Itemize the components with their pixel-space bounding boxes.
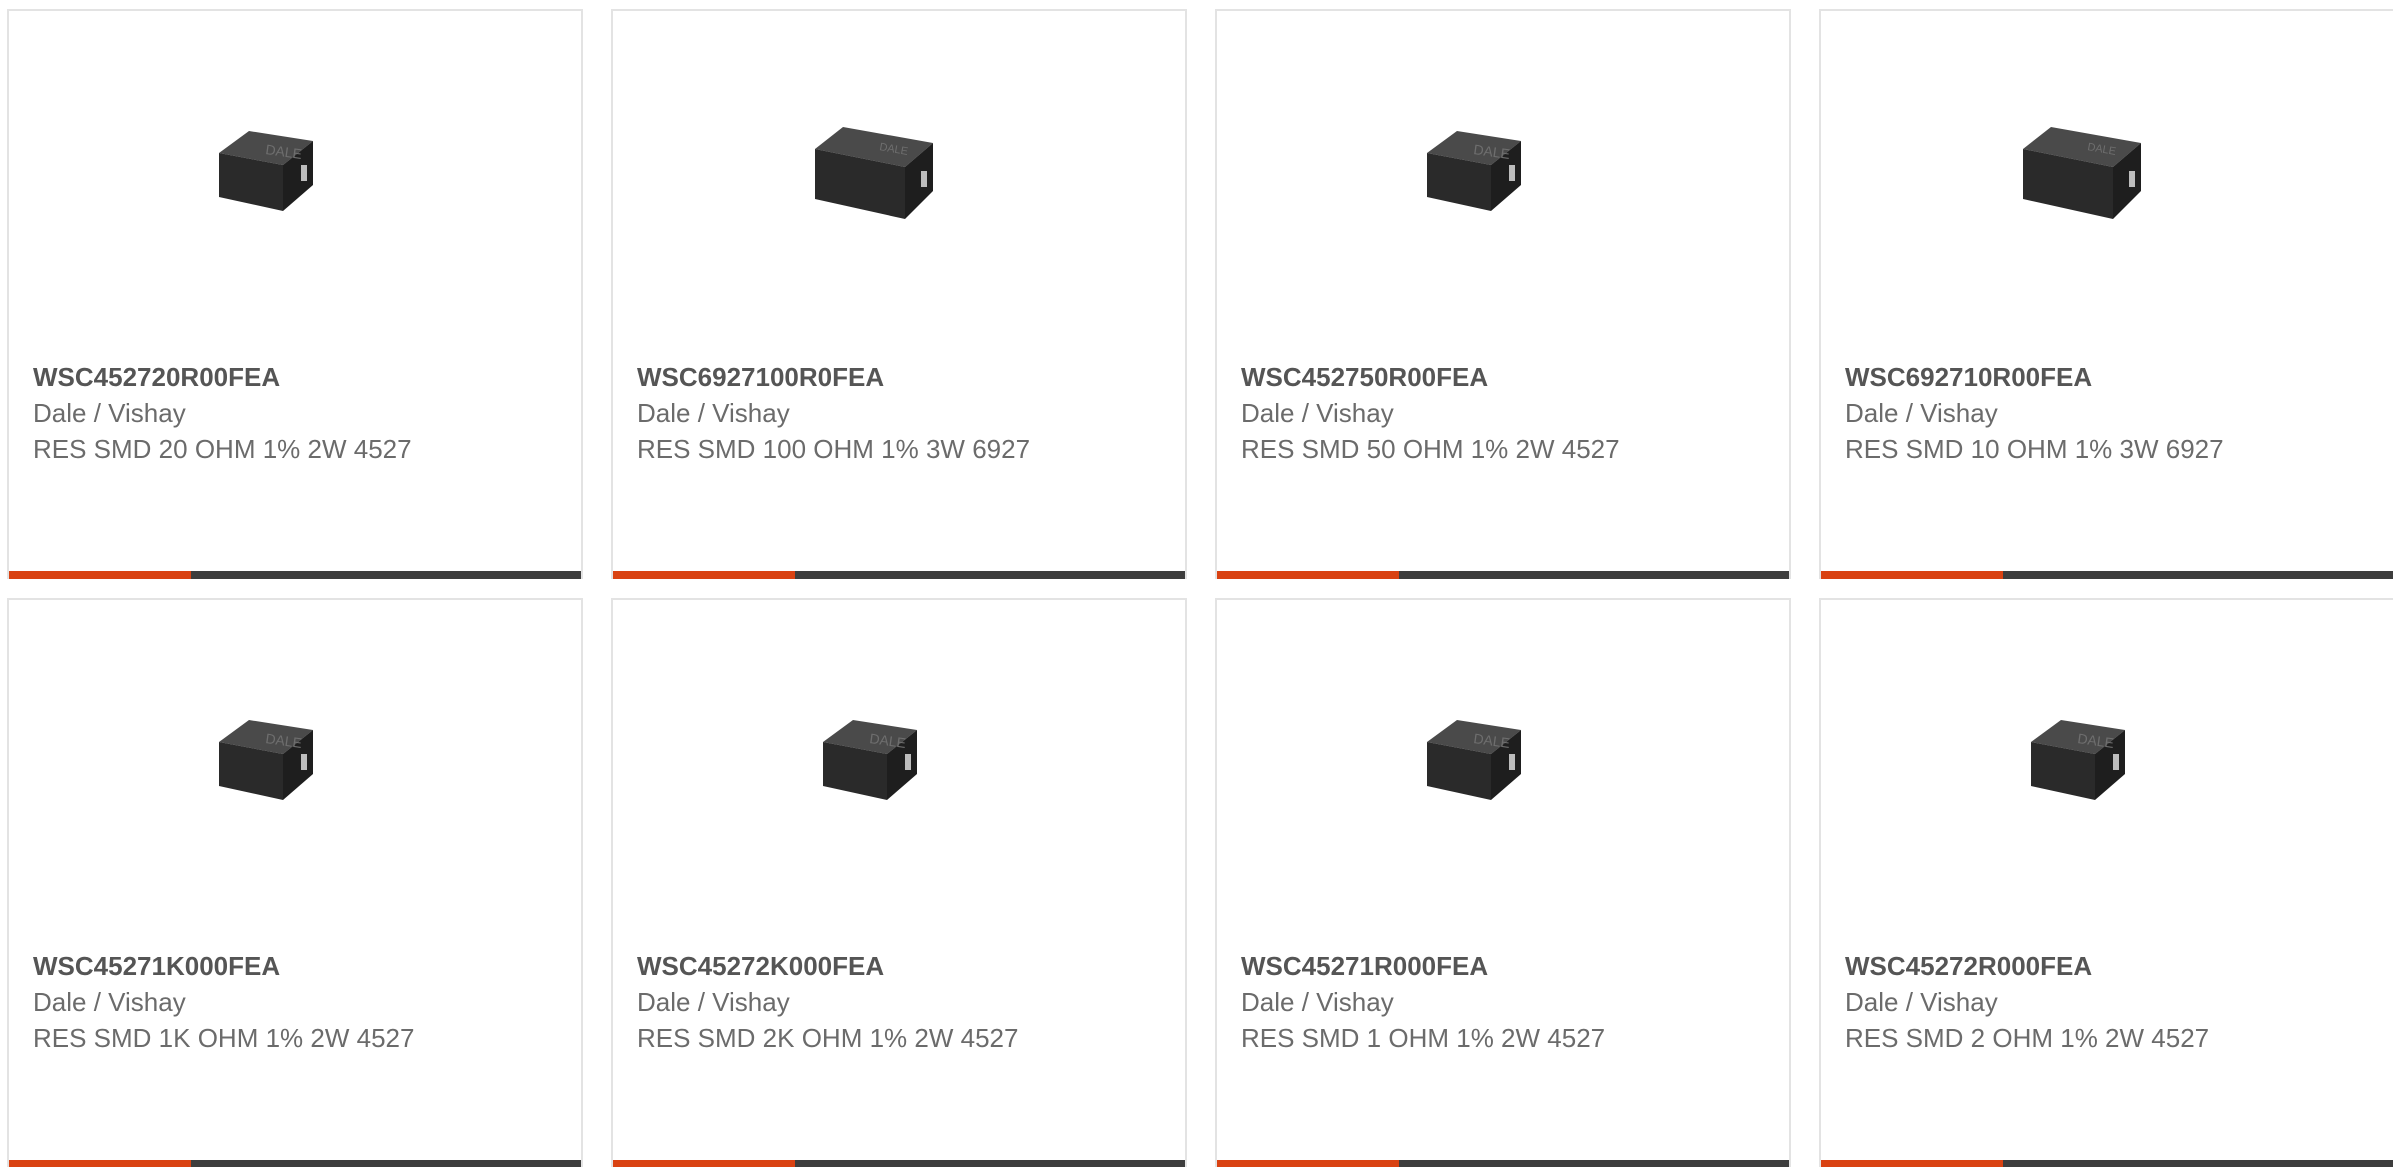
part-number[interactable]: WSC452720R00FEA xyxy=(33,359,553,395)
resistor-4527-icon: DALE xyxy=(1391,672,1591,872)
product-info: WSC45271K000FEA Dale / Vishay RES SMD 1K… xyxy=(33,948,553,1056)
card-bottom-bar xyxy=(1217,1160,1789,1167)
card-accent-bar xyxy=(9,1160,191,1167)
resistor-4527-icon: DALE xyxy=(1391,83,1591,283)
product-card[interactable]: DALE WSC452750R00FEA Dale / Vishay RES S… xyxy=(1215,9,1791,579)
description: RES SMD 1 OHM 1% 2W 4527 xyxy=(1241,1023,1606,1053)
card-accent-bar xyxy=(1821,571,2003,579)
manufacturer: Dale / Vishay xyxy=(1241,398,1394,428)
manufacturer: Dale / Vishay xyxy=(637,987,790,1017)
manufacturer: Dale / Vishay xyxy=(1241,987,1394,1017)
resistor-4527-icon: DALE xyxy=(787,672,987,872)
resistor-6927-icon: DALE xyxy=(787,83,987,283)
part-number[interactable]: WSC452750R00FEA xyxy=(1241,359,1761,395)
card-bottom-bar xyxy=(1821,1160,2393,1167)
card-accent-bar xyxy=(1217,571,1399,579)
description: RES SMD 1K OHM 1% 2W 4527 xyxy=(33,1023,415,1053)
description: RES SMD 100 OHM 1% 3W 6927 xyxy=(637,434,1031,464)
part-number[interactable]: WSC45271K000FEA xyxy=(33,948,553,984)
product-card[interactable]: DALE WSC6927100R0FEA Dale / Vishay RES S… xyxy=(611,9,1187,579)
description: RES SMD 10 OHM 1% 3W 6927 xyxy=(1845,434,2224,464)
part-number[interactable]: WSC45271R000FEA xyxy=(1241,948,1761,984)
card-accent-bar xyxy=(9,571,191,579)
card-bottom-bar xyxy=(1217,571,1789,579)
description: RES SMD 20 OHM 1% 2W 4527 xyxy=(33,434,412,464)
resistor-4527-icon: DALE xyxy=(1995,672,2195,872)
product-info: WSC692710R00FEA Dale / Vishay RES SMD 10… xyxy=(1845,359,2365,467)
product-card[interactable]: DALE WSC45272R000FEA Dale / Vishay RES S… xyxy=(1819,598,2393,1167)
product-card[interactable]: DALE WSC692710R00FEA Dale / Vishay RES S… xyxy=(1819,9,2393,579)
manufacturer: Dale / Vishay xyxy=(637,398,790,428)
part-number[interactable]: WSC45272K000FEA xyxy=(637,948,1157,984)
resistor-4527-icon: DALE xyxy=(183,83,383,283)
manufacturer: Dale / Vishay xyxy=(1845,987,1998,1017)
description: RES SMD 2K OHM 1% 2W 4527 xyxy=(637,1023,1019,1053)
product-grid: DALE WSC452720R00FEA Dale / Vishay RES S… xyxy=(0,0,2400,1167)
product-card[interactable]: DALE WSC45271K000FEA Dale / Vishay RES S… xyxy=(7,598,583,1167)
card-accent-bar xyxy=(613,571,795,579)
card-accent-bar xyxy=(1821,1160,2003,1167)
resistor-4527-icon: DALE xyxy=(183,672,383,872)
product-info: WSC45272R000FEA Dale / Vishay RES SMD 2 … xyxy=(1845,948,2365,1056)
card-bottom-bar xyxy=(1821,571,2393,579)
card-bottom-bar xyxy=(613,1160,1185,1167)
card-bottom-bar xyxy=(9,571,581,579)
description: RES SMD 2 OHM 1% 2W 4527 xyxy=(1845,1023,2210,1053)
product-card[interactable]: DALE WSC45272K000FEA Dale / Vishay RES S… xyxy=(611,598,1187,1167)
product-info: WSC452720R00FEA Dale / Vishay RES SMD 20… xyxy=(33,359,553,467)
card-bottom-bar xyxy=(613,571,1185,579)
card-accent-bar xyxy=(613,1160,795,1167)
part-number[interactable]: WSC692710R00FEA xyxy=(1845,359,2365,395)
part-number[interactable]: WSC45272R000FEA xyxy=(1845,948,2365,984)
manufacturer: Dale / Vishay xyxy=(33,398,186,428)
manufacturer: Dale / Vishay xyxy=(1845,398,1998,428)
product-info: WSC6927100R0FEA Dale / Vishay RES SMD 10… xyxy=(637,359,1157,467)
product-info: WSC45271R000FEA Dale / Vishay RES SMD 1 … xyxy=(1241,948,1761,1056)
card-accent-bar xyxy=(1217,1160,1399,1167)
product-info: WSC452750R00FEA Dale / Vishay RES SMD 50… xyxy=(1241,359,1761,467)
product-info: WSC45272K000FEA Dale / Vishay RES SMD 2K… xyxy=(637,948,1157,1056)
part-number[interactable]: WSC6927100R0FEA xyxy=(637,359,1157,395)
manufacturer: Dale / Vishay xyxy=(33,987,186,1017)
product-card[interactable]: DALE WSC452720R00FEA Dale / Vishay RES S… xyxy=(7,9,583,579)
description: RES SMD 50 OHM 1% 2W 4527 xyxy=(1241,434,1620,464)
resistor-6927-icon: DALE xyxy=(1995,83,2195,283)
card-bottom-bar xyxy=(9,1160,581,1167)
product-card[interactable]: DALE WSC45271R000FEA Dale / Vishay RES S… xyxy=(1215,598,1791,1167)
